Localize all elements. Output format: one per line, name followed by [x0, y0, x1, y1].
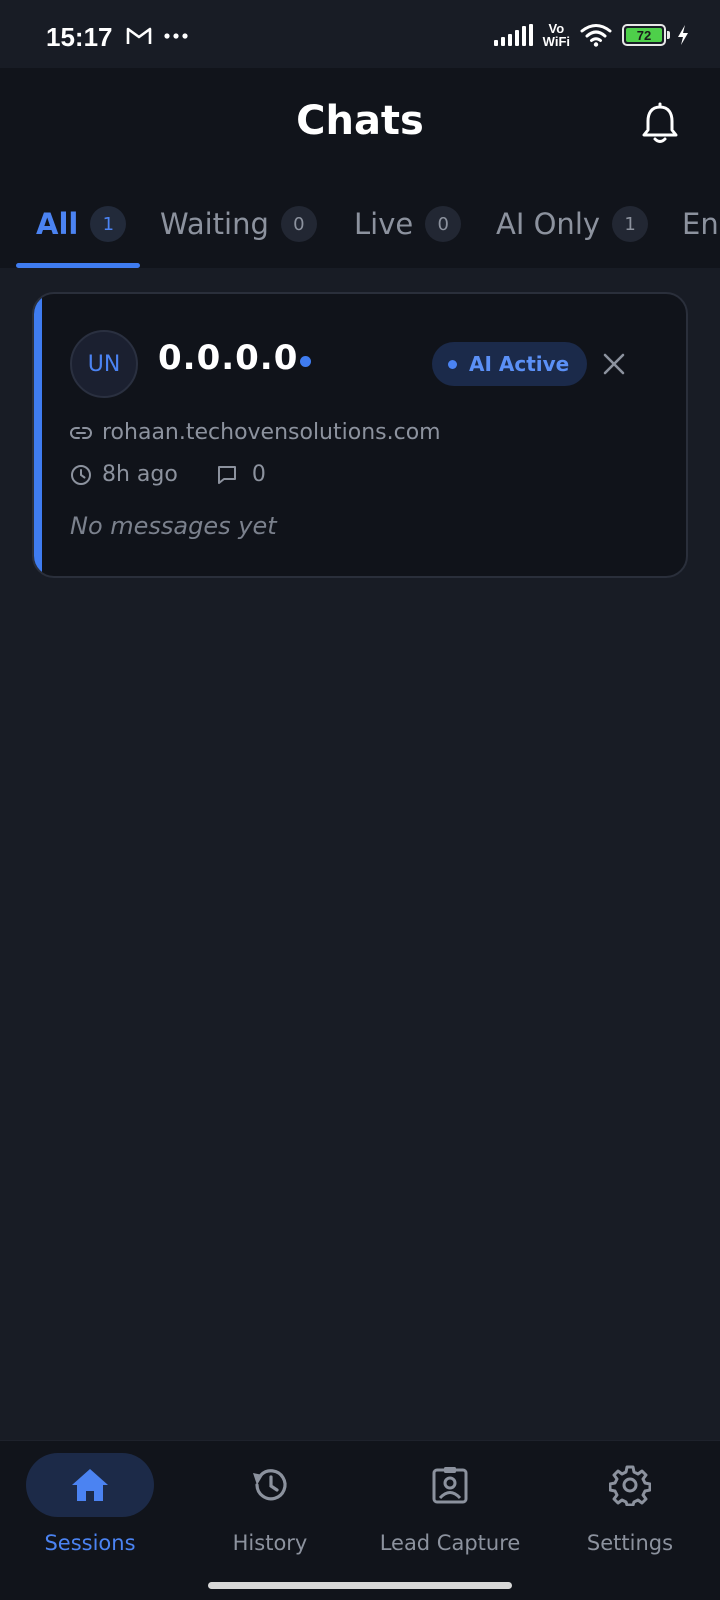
nav-lead-capture[interactable]: Lead Capture: [360, 1441, 540, 1569]
status-badge: AI Active: [432, 342, 588, 386]
session-time-ago: 8h ago: [102, 462, 178, 487]
session-meta-row: 8h ago 0: [70, 462, 266, 487]
nav-sessions[interactable]: Sessions: [0, 1441, 180, 1569]
nav-icon-container: [566, 1453, 694, 1517]
status-bar: 15:17 Vo WiFi 72: [0, 0, 720, 68]
nav-icon-container: [386, 1453, 514, 1517]
tab-label: Waiting: [160, 207, 269, 241]
avatar: UN: [70, 330, 138, 398]
gmail-icon: [126, 27, 152, 44]
link-icon: [70, 426, 92, 439]
vowifi-line-2: WiFi: [542, 34, 570, 49]
gear-icon: [609, 1465, 651, 1506]
tab-label: Live: [354, 207, 414, 241]
tab-live[interactable]: Live 0: [354, 180, 462, 268]
status-notification-icons: [126, 26, 188, 46]
session-card[interactable]: UN 0.0.0.0 AI Active rohaan.techovensolu…: [32, 292, 688, 578]
tab-count-badge: 0: [280, 206, 317, 242]
more-notifications-icon: [164, 33, 188, 39]
page-title: Chats: [296, 98, 424, 144]
status-time: 15:17: [46, 22, 113, 52]
battery-icon: 72: [622, 24, 670, 46]
history-icon: [253, 1469, 287, 1501]
tab-count-badge: 1: [612, 206, 649, 242]
home-gesture-bar[interactable]: [208, 1582, 512, 1589]
session-url-row: rohaan.techovensolutions.com: [70, 420, 441, 445]
nav-history[interactable]: History: [180, 1441, 360, 1569]
session-url: rohaan.techovensolutions.com: [102, 420, 441, 445]
message-icon: [217, 465, 236, 484]
message-count: 0: [251, 462, 266, 487]
tab-ai-only[interactable]: AI Only 1: [496, 180, 649, 268]
active-tab-indicator: [16, 263, 140, 268]
nav-active-pill: [26, 1453, 154, 1517]
vowifi-indicator: Vo WiFi: [543, 22, 570, 48]
online-status-dot: [300, 356, 311, 367]
battery-level: 72: [636, 27, 652, 43]
session-title: 0.0.0.0: [158, 338, 299, 378]
charging-icon: [678, 25, 688, 45]
nav-label: History: [232, 1531, 308, 1555]
status-badge-label: AI Active: [469, 352, 570, 376]
nav-settings[interactable]: Settings: [540, 1441, 720, 1569]
battery-fill: 72: [626, 27, 662, 43]
close-session-icon[interactable]: [596, 346, 632, 382]
last-message-preview: No messages yet: [70, 512, 277, 540]
tab-label: All: [36, 207, 79, 241]
notifications-bell-icon[interactable]: [640, 102, 680, 146]
home-icon: [72, 1469, 108, 1501]
filter-tabs: All 1 Waiting 0 Live 0 AI Only 1 End: [0, 180, 720, 268]
tab-waiting[interactable]: Waiting 0: [160, 180, 317, 268]
tab-count-badge: 1: [90, 206, 127, 242]
nav-label: Sessions: [44, 1531, 136, 1555]
status-system-icons: Vo WiFi 72: [493, 22, 690, 48]
app-header: Chats: [0, 68, 720, 180]
tab-count-badge: 0: [425, 206, 462, 242]
tab-all[interactable]: All 1: [36, 180, 127, 268]
signal-icon: [493, 24, 533, 46]
tab-label: AI Only: [496, 207, 601, 241]
wifi-icon: [580, 24, 612, 47]
card-accent-bar: [34, 294, 42, 576]
nav-label: Lead Capture: [379, 1531, 521, 1555]
clock-icon: [71, 464, 91, 485]
bottom-navigation: Sessions History Lead Capture Settings: [0, 1440, 720, 1568]
message-count-group: 0: [216, 462, 266, 487]
nav-icon-container: [206, 1453, 334, 1517]
lead-capture-icon: [432, 1467, 468, 1504]
nav-label: Settings: [586, 1531, 674, 1555]
tab-ended[interactable]: End: [682, 180, 720, 268]
status-badge-dot: [448, 359, 457, 369]
tab-label: End: [682, 207, 720, 241]
